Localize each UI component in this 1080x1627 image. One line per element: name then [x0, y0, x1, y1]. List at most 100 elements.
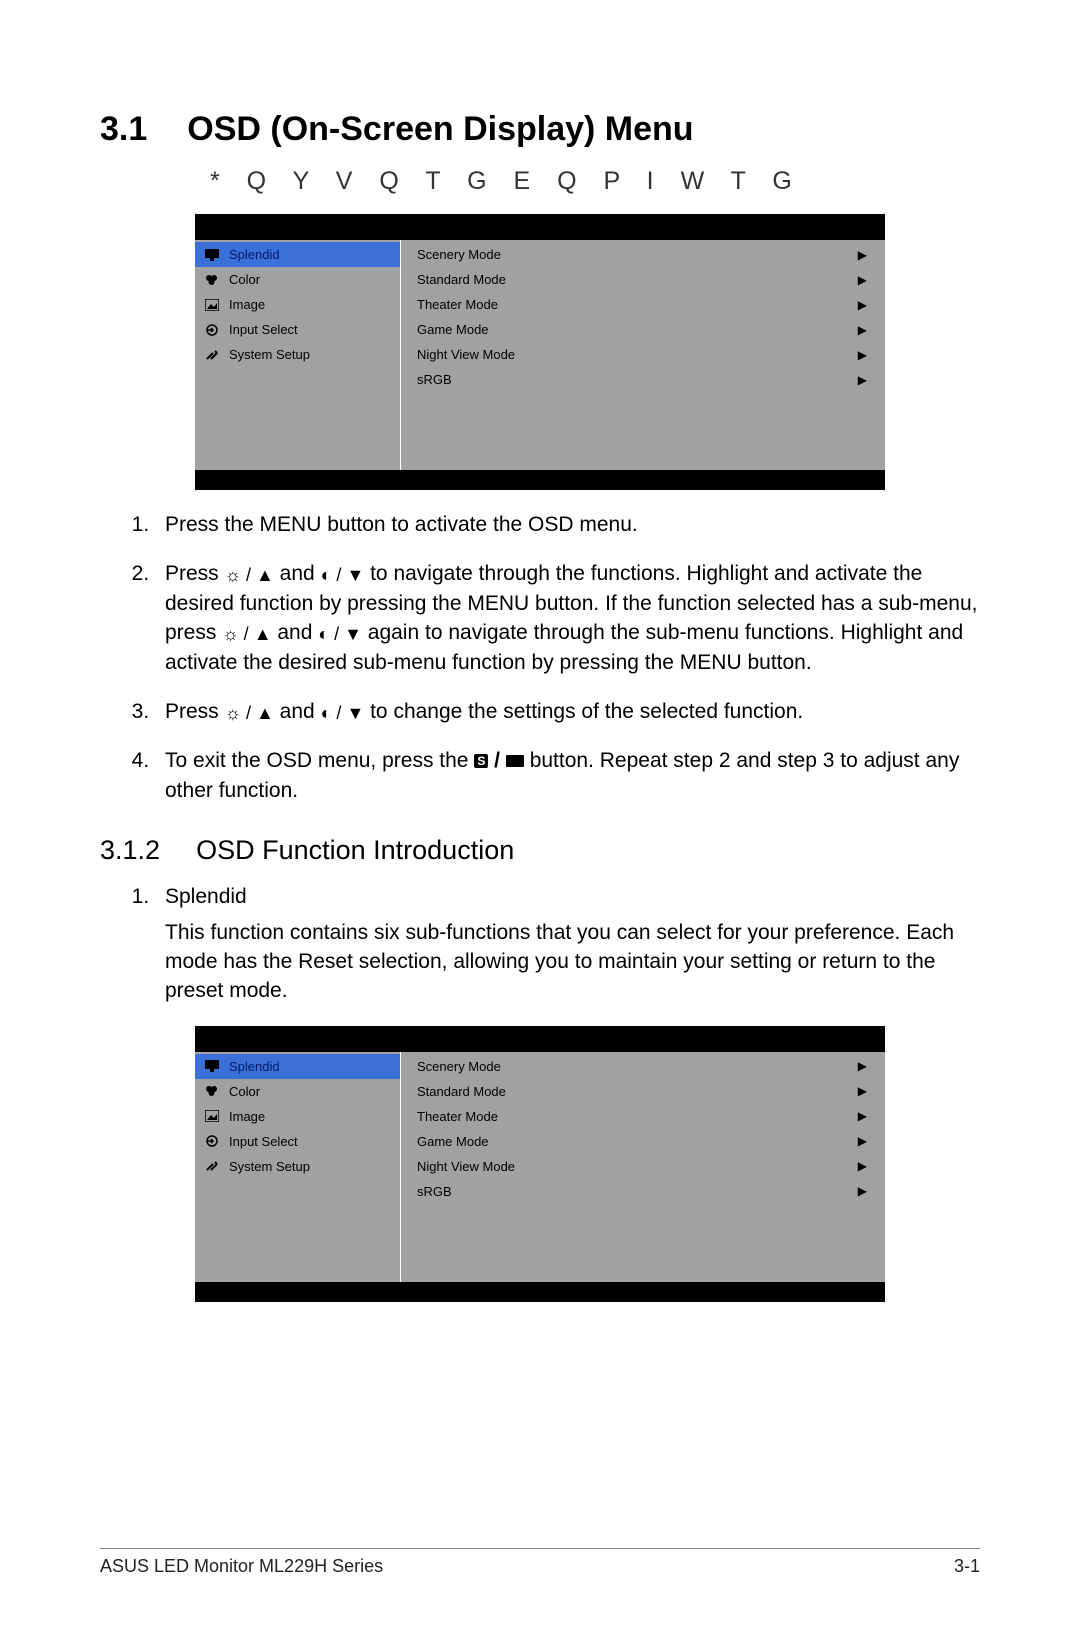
- osd-right-label: Game Mode: [417, 322, 489, 337]
- osd-right-item[interactable]: Scenery Mode ▶: [401, 1054, 885, 1079]
- osd-footer-bar: [195, 470, 885, 490]
- osd-left-item-system[interactable]: System Setup: [195, 342, 400, 367]
- osd-left-item-color[interactable]: Color: [195, 1079, 400, 1104]
- osd-right-label: Theater Mode: [417, 1109, 498, 1124]
- osd-right-item[interactable]: sRGB ▶: [401, 1179, 885, 1204]
- osd-right-panel: Scenery Mode ▶ Standard Mode ▶ Theater Mod…: [400, 1052, 885, 1282]
- osd-right-label: Scenery Mode: [417, 247, 501, 262]
- osd-left-label: Color: [229, 1084, 260, 1099]
- osd-left-label: System Setup: [229, 347, 310, 362]
- osd-footer-bar: [195, 1282, 885, 1302]
- brightness-up-icon: ☼ / ▲: [222, 624, 271, 644]
- osd-menu: Splendid Color Image: [195, 214, 885, 490]
- brightness-up-icon: ☼ / ▲: [225, 565, 274, 585]
- subsection-title: OSD Function Introduction: [196, 835, 514, 865]
- osd-body: Splendid Color Image Input Select System…: [195, 1052, 885, 1282]
- osd-body: Splendid Color Image: [195, 240, 885, 470]
- subsection-num: 3.1.2: [100, 835, 160, 865]
- osd-left-item-splendid[interactable]: Splendid: [195, 242, 400, 267]
- osd-right-item[interactable]: sRGB ▶: [401, 367, 885, 392]
- osd-left-item-color[interactable]: Color: [195, 267, 400, 292]
- function-item: Splendid This function contains six sub-…: [155, 882, 980, 1006]
- osd-left-label: Input Select: [229, 322, 298, 337]
- chevron-right-icon: ▶: [858, 1059, 867, 1073]
- osd-left-item-splendid[interactable]: Splendid: [195, 1054, 400, 1079]
- osd-right-label: Theater Mode: [417, 297, 498, 312]
- chevron-right-icon: ▶: [858, 1184, 867, 1198]
- step-text: and: [274, 562, 321, 585]
- palette-icon: [205, 274, 221, 286]
- chevron-right-icon: ▶: [858, 373, 867, 387]
- input-icon: [205, 324, 221, 336]
- osd-titlebar: [195, 1026, 885, 1052]
- subheading: * Q Y V Q T G E Q P I W T G: [210, 167, 980, 196]
- chevron-right-icon: ▶: [858, 273, 867, 287]
- osd-right-item[interactable]: Theater Mode ▶: [401, 1104, 885, 1129]
- osd-right-item[interactable]: Night View Mode ▶: [401, 1154, 885, 1179]
- step-text: Press the MENU button to activate the OS…: [165, 513, 638, 536]
- osd-right-label: Standard Mode: [417, 1084, 506, 1099]
- step-text: and: [274, 700, 321, 723]
- input-icon: [205, 1135, 221, 1147]
- osd-right-item[interactable]: Night View Mode ▶: [401, 342, 885, 367]
- osd-left-item-input[interactable]: Input Select: [195, 1129, 400, 1154]
- osd-right-item[interactable]: Standard Mode ▶: [401, 267, 885, 292]
- monitor-icon: [205, 1060, 221, 1072]
- chevron-right-icon: ▶: [858, 248, 867, 262]
- osd-right-item[interactable]: Theater Mode ▶: [401, 292, 885, 317]
- function-title: Splendid: [165, 885, 247, 908]
- chevron-right-icon: ▶: [858, 1084, 867, 1098]
- osd-right-item[interactable]: Game Mode ▶: [401, 317, 885, 342]
- page-footer: ASUS LED Monitor ML229H Series 3-1: [100, 1556, 980, 1577]
- osd-left-item-system[interactable]: System Setup: [195, 1154, 400, 1179]
- step-text: Press: [165, 700, 225, 723]
- osd-left-item-input[interactable]: Input Select: [195, 317, 400, 342]
- osd-left-label: Splendid: [229, 1059, 280, 1074]
- osd-left-panel: Splendid Color Image Input Select System…: [195, 1052, 400, 1282]
- s-button-icon: S: [474, 754, 488, 768]
- section-heading: 3.1OSD (On-Screen Display) Menu: [100, 110, 980, 149]
- osd-right-item[interactable]: Scenery Mode ▶: [401, 242, 885, 267]
- contrast-down-icon: ◐ / ▼: [321, 565, 365, 585]
- osd-right-panel: Scenery Mode ▶ Standard Mode ▶ Theater Mod…: [400, 240, 885, 470]
- auto-button-icon: [506, 755, 524, 767]
- step-item: Press ☼ / ▲ and ◐ / ▼ to change the sett…: [155, 697, 980, 726]
- manual-page: 3.1OSD (On-Screen Display) Menu * Q Y V …: [0, 0, 1080, 1627]
- osd-left-label: Image: [229, 297, 265, 312]
- image-icon: [205, 299, 221, 311]
- chevron-right-icon: ▶: [858, 1134, 867, 1148]
- osd-left-item-image[interactable]: Image: [195, 1104, 400, 1129]
- contrast-down-icon: ◐ / ▼: [321, 703, 365, 723]
- osd-right-item[interactable]: Game Mode▶: [401, 1129, 885, 1154]
- chevron-right-icon: ▶: [858, 298, 867, 312]
- chevron-right-icon: ▶: [858, 1109, 867, 1123]
- steps-list: Press the MENU button to activate the OS…: [100, 510, 980, 805]
- tools-icon: [205, 349, 221, 361]
- osd-left-label: Color: [229, 272, 260, 287]
- step-item: Press ☼ / ▲ and ◐ / ▼ to navigate throug…: [155, 559, 980, 677]
- section-num: 3.1: [100, 110, 147, 148]
- contrast-down-icon: ◐ / ▼: [318, 624, 362, 644]
- osd-left-item-image[interactable]: Image: [195, 292, 400, 317]
- osd-right-label: sRGB: [417, 1184, 452, 1199]
- function-desc: This function contains six sub-functions…: [165, 918, 980, 1006]
- osd-left-label: Splendid: [229, 247, 280, 262]
- step-text: Press: [165, 562, 225, 585]
- chevron-right-icon: ▶: [858, 348, 867, 362]
- chevron-right-icon: ▶: [858, 323, 867, 337]
- function-list: Splendid This function contains six sub-…: [100, 882, 980, 1006]
- osd-left-panel: Splendid Color Image: [195, 240, 400, 470]
- step-text: to change the settings of the selected f…: [364, 700, 803, 723]
- osd-right-label: sRGB: [417, 372, 452, 387]
- osd-right-label: Standard Mode: [417, 272, 506, 287]
- osd-right-item[interactable]: Standard Mode ▶: [401, 1079, 885, 1104]
- slash-text: /: [494, 749, 500, 772]
- osd-right-label: Night View Mode: [417, 347, 515, 362]
- step-text: and: [272, 621, 319, 644]
- osd-titlebar: [195, 214, 885, 240]
- chevron-right-icon: ▶: [858, 1159, 867, 1173]
- osd-right-label: Scenery Mode: [417, 1059, 501, 1074]
- footer-left: ASUS LED Monitor ML229H Series: [100, 1556, 383, 1577]
- osd-right-label: Night View Mode: [417, 1159, 515, 1174]
- osd-menu: Splendid Color Image Input Select System…: [195, 1026, 885, 1302]
